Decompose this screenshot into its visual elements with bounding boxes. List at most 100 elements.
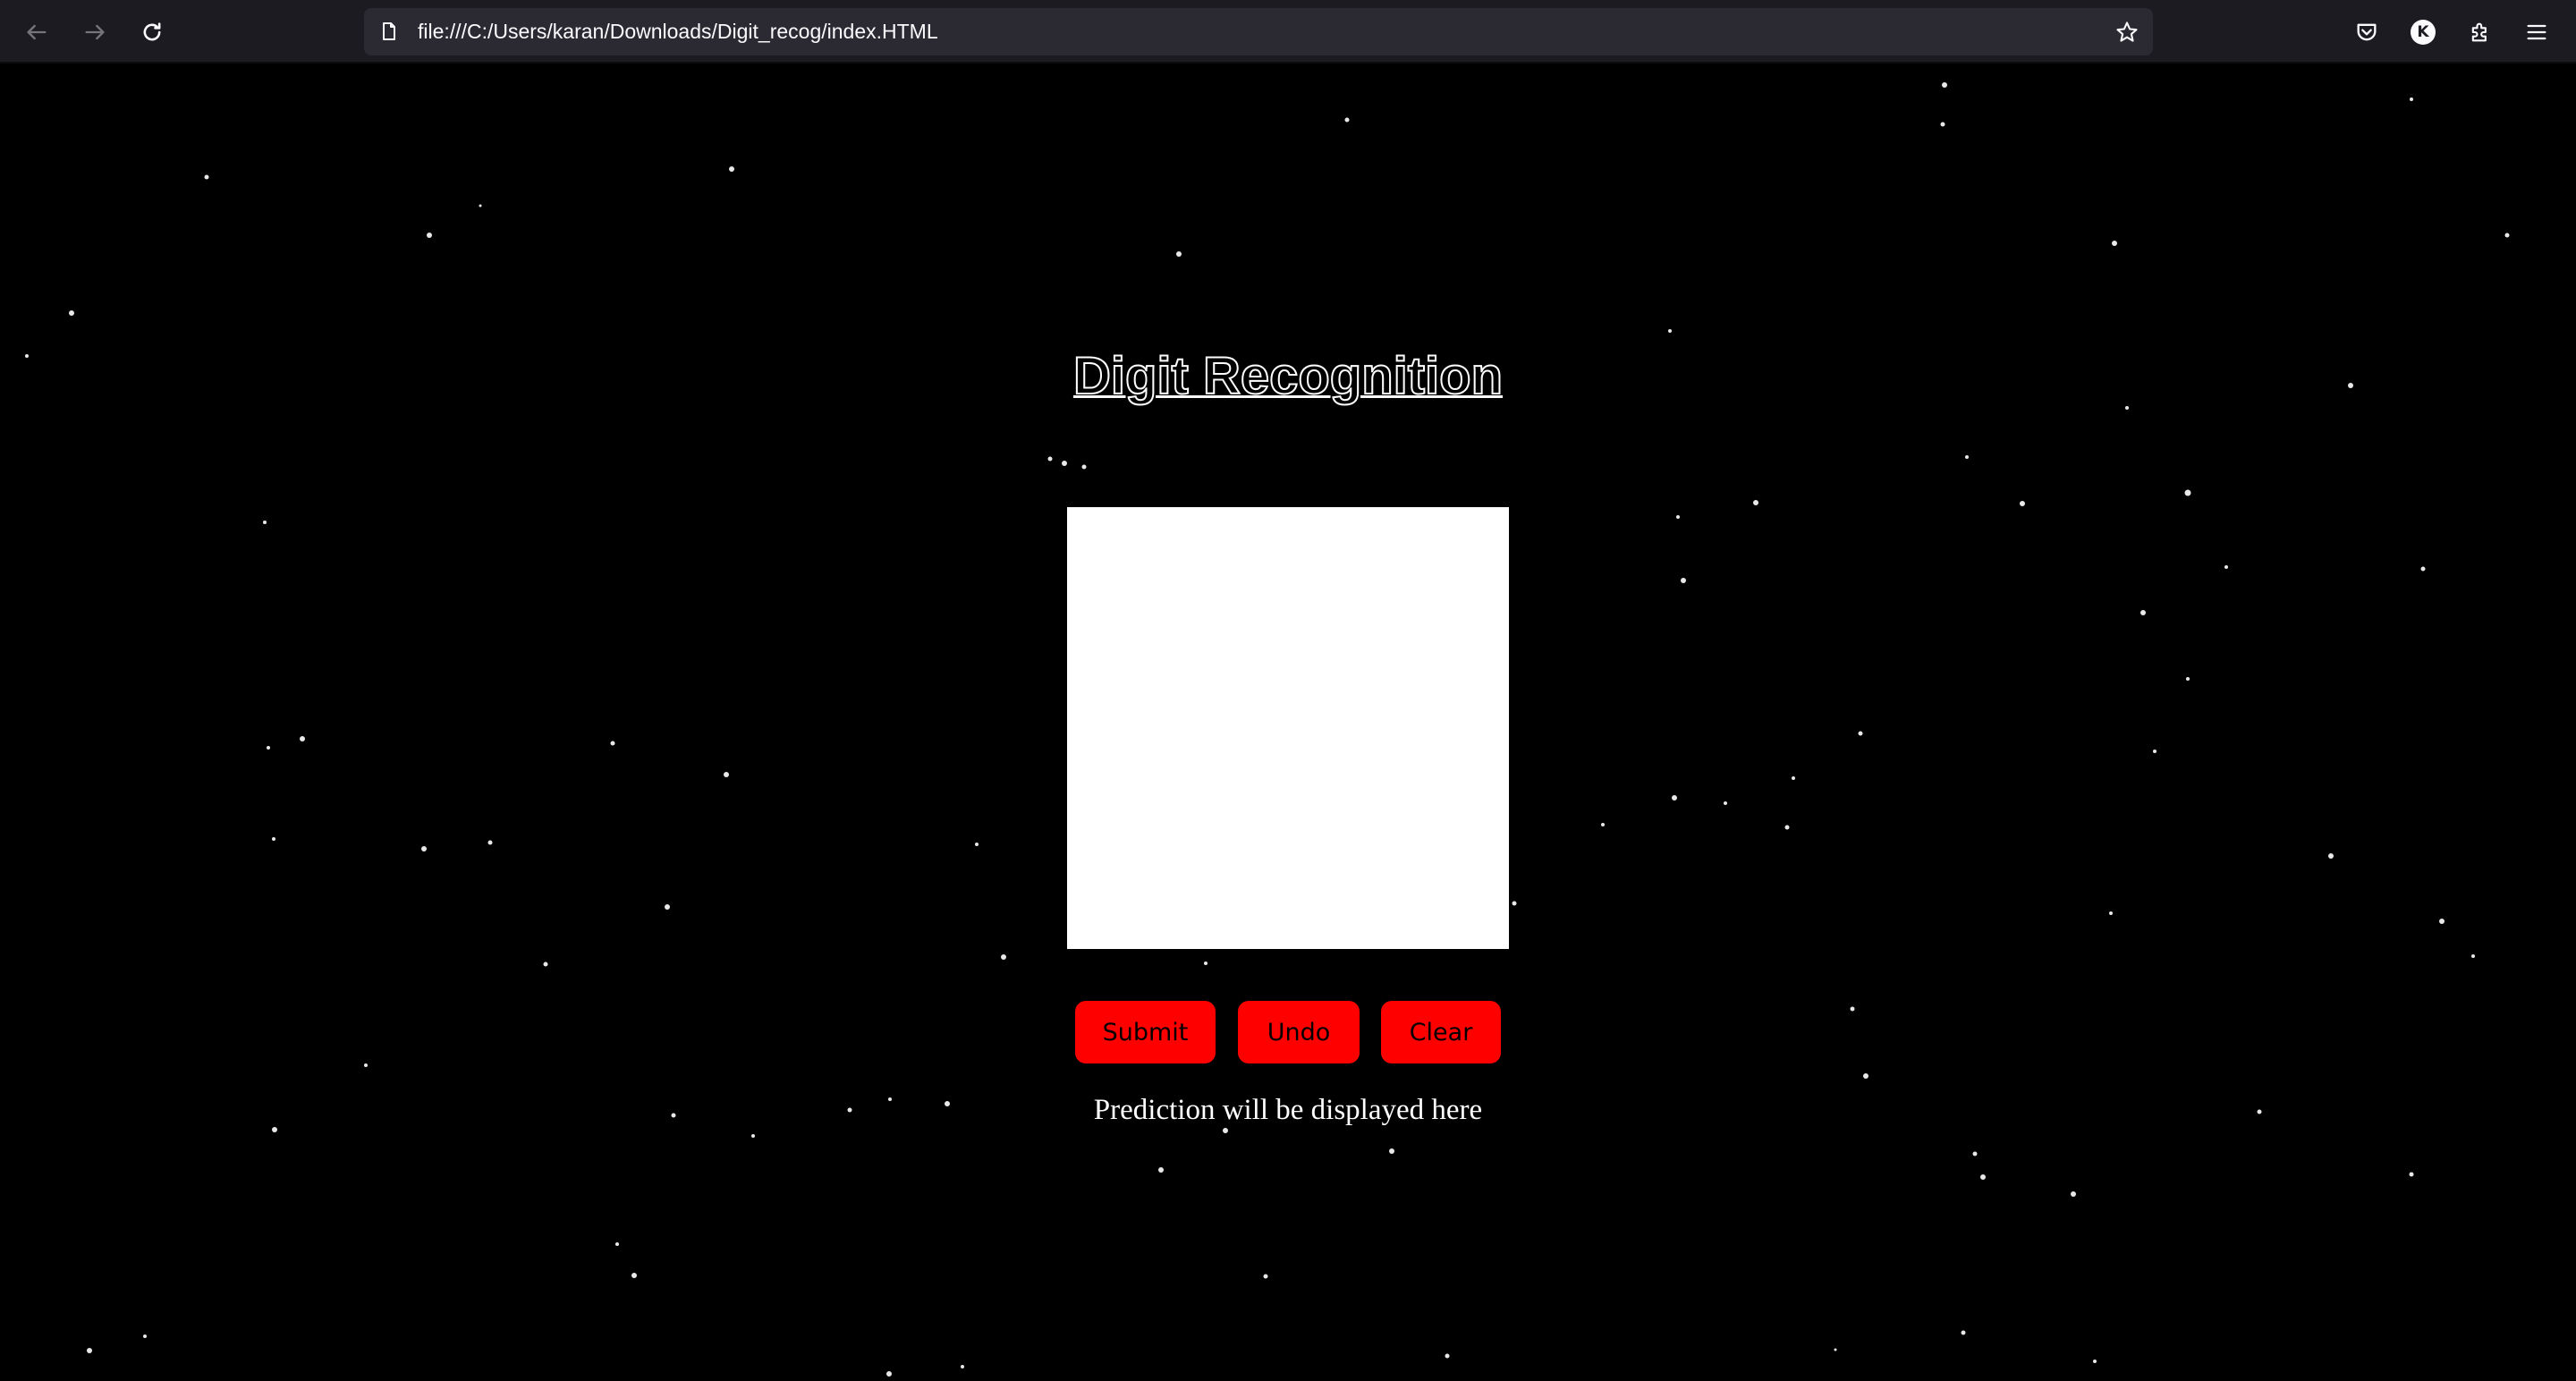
star <box>487 840 493 845</box>
star <box>1344 117 1350 123</box>
star <box>2140 610 2146 615</box>
star <box>1784 825 1790 830</box>
star <box>961 1365 964 1368</box>
page-viewport: Digit Recognition Submit Undo Clear Pred… <box>0 64 2576 1381</box>
avatar: K <box>2411 20 2436 45</box>
star <box>2410 97 2413 101</box>
reload-icon <box>143 22 161 41</box>
star <box>1001 954 1006 960</box>
star <box>1972 1151 1978 1156</box>
star <box>421 846 427 851</box>
star <box>631 1273 637 1278</box>
star <box>2439 919 2445 924</box>
star <box>2471 954 2475 958</box>
button-row: Submit Undo Clear <box>0 1001 2576 1063</box>
prediction-text: Prediction will be displayed here <box>1093 1094 1483 1126</box>
star <box>886 1371 892 1377</box>
star <box>1724 801 1727 805</box>
star <box>1263 1274 1268 1279</box>
reload-button[interactable] <box>132 13 172 52</box>
page-title: Digit Recognition <box>1072 346 1504 406</box>
star <box>2125 406 2129 410</box>
clear-button[interactable]: Clear <box>1381 1001 1501 1063</box>
star <box>2112 241 2117 246</box>
star <box>1792 776 1795 780</box>
star <box>1223 1128 1228 1133</box>
star <box>2224 565 2228 569</box>
star <box>2153 750 2157 753</box>
star <box>1389 1148 1394 1154</box>
hamburger-menu-icon <box>2527 24 2546 40</box>
star <box>1601 823 1605 826</box>
star <box>1445 1353 1450 1359</box>
back-button[interactable] <box>17 13 56 52</box>
url-text[interactable]: file:///C:/Users/karan/Downloads/Digit_r… <box>418 8 938 55</box>
document-icon <box>377 19 402 44</box>
star <box>751 1134 755 1138</box>
arrow-right-icon <box>85 24 105 40</box>
star <box>1081 464 1087 470</box>
star <box>543 962 548 967</box>
star <box>272 837 275 841</box>
star <box>2420 566 2426 572</box>
star <box>2409 1172 2414 1177</box>
star <box>267 746 270 750</box>
star <box>615 1242 619 1246</box>
star <box>1753 500 1758 505</box>
star <box>729 166 734 172</box>
star <box>1834 1348 1837 1351</box>
star <box>1940 122 1945 127</box>
drawing-canvas[interactable] <box>1067 507 1509 949</box>
star <box>724 772 729 777</box>
star <box>1980 1174 1986 1180</box>
submit-button[interactable]: Submit <box>1075 1001 1216 1063</box>
star <box>427 233 432 238</box>
star <box>87 1348 92 1353</box>
browser-toolbar: file:///C:/Users/karan/Downloads/Digit_r… <box>0 0 2576 64</box>
star <box>2109 911 2113 915</box>
undo-button[interactable]: Undo <box>1238 1001 1360 1063</box>
star <box>1668 329 1672 333</box>
star <box>975 843 979 846</box>
star <box>1965 455 1969 459</box>
menu-button[interactable] <box>2517 13 2556 52</box>
star <box>272 1127 277 1132</box>
star-icon[interactable] <box>2114 19 2140 46</box>
star <box>665 904 670 910</box>
extensions-button[interactable] <box>2461 13 2500 52</box>
forward-button[interactable] <box>75 13 114 52</box>
star <box>2071 1191 2076 1197</box>
star <box>1158 1167 1164 1173</box>
star <box>1676 515 1680 519</box>
star <box>2093 1360 2097 1363</box>
account-button[interactable]: K <box>2403 13 2443 52</box>
star <box>1942 82 1947 88</box>
pocket-button[interactable] <box>2347 13 2386 52</box>
star <box>300 736 305 741</box>
star <box>1863 1073 1868 1079</box>
puzzle-icon <box>2471 22 2487 42</box>
star <box>263 521 267 524</box>
star <box>610 741 615 746</box>
star <box>2020 501 2025 506</box>
star <box>2184 489 2191 496</box>
pocket-icon <box>2357 23 2377 41</box>
star <box>143 1334 147 1338</box>
star <box>2328 853 2334 859</box>
star <box>1176 251 1182 257</box>
star <box>1858 731 1863 736</box>
star <box>2186 677 2190 681</box>
star <box>1204 962 1208 965</box>
star <box>204 174 209 180</box>
star <box>1047 456 1053 462</box>
star <box>2504 233 2510 238</box>
star <box>1512 901 1517 906</box>
star <box>364 1063 368 1067</box>
arrow-left-icon <box>27 24 47 40</box>
url-bar[interactable]: file:///C:/Users/karan/Downloads/Digit_r… <box>364 8 2153 55</box>
star <box>1672 795 1677 801</box>
star <box>1961 1330 1966 1335</box>
star <box>69 310 74 316</box>
star <box>1062 461 1067 466</box>
star <box>1681 578 1686 583</box>
